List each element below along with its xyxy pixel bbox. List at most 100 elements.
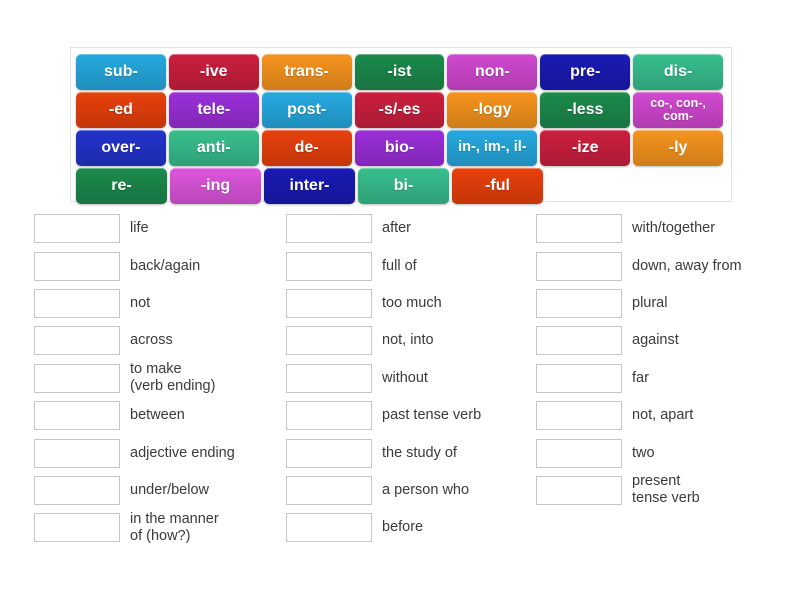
answer-row: against: [536, 322, 750, 359]
answer-row: back/again: [34, 247, 250, 284]
answer-row: life: [34, 210, 250, 247]
word-part-tile[interactable]: re-: [76, 168, 167, 204]
word-part-tile[interactable]: -ing: [170, 168, 261, 204]
answer-definition-label: full of: [382, 257, 417, 274]
answer-drop-box[interactable]: [536, 214, 622, 244]
word-part-tile[interactable]: in-, im-, il-: [447, 130, 538, 166]
answer-definition-label: with/together: [632, 220, 716, 237]
answer-drop-box[interactable]: [34, 401, 120, 431]
answer-definition-label: under/below: [130, 481, 209, 498]
word-part-tile[interactable]: -ist: [354, 54, 445, 90]
word-part-tile[interactable]: -logy: [447, 92, 538, 128]
answer-column-2: after full of too much not, into without past…: [250, 210, 500, 550]
answer-drop-box[interactable]: [34, 513, 120, 543]
answer-drop-box[interactable]: [34, 214, 120, 244]
answer-row: past tense verb: [286, 397, 500, 434]
answer-drop-box[interactable]: [286, 326, 372, 356]
answer-drop-box[interactable]: [34, 475, 120, 505]
word-part-tile[interactable]: -ly: [633, 130, 724, 166]
answer-drop-box[interactable]: [536, 288, 622, 318]
answer-row: not: [34, 285, 250, 322]
tile-row: over-anti-de-bio-in-, im-, il- -ize -ly: [76, 130, 726, 167]
answer-drop-box[interactable]: [34, 326, 120, 356]
answer-definition-label: not, apart: [632, 407, 694, 424]
answer-definition-label: between: [130, 407, 185, 424]
answer-row: before: [286, 509, 500, 546]
word-part-tile[interactable]: tele-: [168, 92, 259, 128]
word-part-tile[interactable]: de-: [261, 130, 352, 166]
word-part-tile[interactable]: -ed: [76, 92, 166, 128]
answer-definition-label: in the manner of (how?): [130, 510, 219, 544]
answer-definition-label: back/again: [130, 257, 201, 274]
word-part-tile[interactable]: -ize: [540, 130, 631, 166]
answer-drop-box[interactable]: [536, 251, 622, 281]
answer-drop-box[interactable]: [34, 251, 120, 281]
answer-row: down, away from: [536, 247, 750, 284]
answer-definition-label: far: [632, 369, 649, 386]
answer-drop-box[interactable]: [286, 475, 372, 505]
answer-definition-label: the study of: [382, 444, 457, 461]
answer-row: too much: [286, 285, 500, 322]
answer-drop-box[interactable]: [536, 326, 622, 356]
answer-drop-box[interactable]: [536, 438, 622, 468]
answer-columns: life back/again not across to make (verb end…: [0, 210, 800, 550]
word-part-tile[interactable]: trans-: [261, 54, 352, 90]
answer-drop-box[interactable]: [34, 288, 120, 318]
answer-drop-box[interactable]: [536, 363, 622, 393]
answer-definition-label: down, away from: [632, 257, 742, 274]
word-part-tile-bank: sub- -ive trans- -ist non-pre-dis- -ed tele-po…: [70, 47, 732, 204]
answer-drop-box[interactable]: [34, 363, 120, 393]
answer-column-1: life back/again not across to make (verb end…: [0, 210, 250, 550]
answer-definition-label: against: [632, 332, 679, 349]
answer-drop-box[interactable]: [286, 363, 372, 393]
tile-row: -ed tele-post- -s/-es -logy -less co-, con-, …: [76, 92, 726, 129]
word-part-tile[interactable]: -ive: [168, 54, 259, 90]
answer-definition-label: past tense verb: [382, 407, 482, 424]
word-part-tile[interactable]: pre-: [540, 54, 631, 90]
answer-definition-label: life: [130, 220, 149, 237]
word-part-tile[interactable]: over-: [76, 130, 166, 166]
word-part-tile[interactable]: non-: [447, 54, 538, 90]
word-part-tile[interactable]: -less: [540, 92, 631, 128]
word-part-tile[interactable]: sub-: [76, 54, 166, 90]
answer-row: present tense verb: [536, 472, 750, 509]
answer-definition-label: a person who: [382, 481, 470, 498]
answer-definition-label: before: [382, 519, 424, 536]
word-part-tile[interactable]: inter-: [264, 168, 355, 204]
answer-definition-label: to make (verb ending): [130, 361, 216, 395]
answer-drop-box[interactable]: [286, 214, 372, 244]
answer-definition-label: adjective ending: [130, 444, 235, 461]
answer-row: in the manner of (how?): [34, 509, 250, 546]
word-part-tile[interactable]: dis-: [633, 54, 724, 90]
answer-drop-box[interactable]: [286, 513, 372, 543]
answer-row: without: [286, 360, 500, 397]
word-part-tile[interactable]: bi-: [358, 168, 449, 204]
answer-column-3: with/together down, away from plural agains…: [500, 210, 750, 550]
answer-definition-label: not: [130, 294, 151, 311]
answer-drop-box[interactable]: [286, 438, 372, 468]
answer-drop-box[interactable]: [286, 401, 372, 431]
answer-row: two: [536, 434, 750, 471]
answer-row: a person who: [286, 472, 500, 509]
answer-drop-box[interactable]: [286, 251, 372, 281]
word-part-tile[interactable]: anti-: [168, 130, 259, 166]
word-part-tile[interactable]: -s/-es: [354, 92, 445, 128]
answer-drop-box[interactable]: [286, 288, 372, 318]
answer-definition-label: too much: [382, 294, 442, 311]
answer-row: not, apart: [536, 397, 750, 434]
answer-row: full of: [286, 247, 500, 284]
answer-drop-box[interactable]: [34, 438, 120, 468]
answer-row: between: [34, 397, 250, 434]
answer-row: to make (verb ending): [34, 360, 250, 397]
word-part-tile[interactable]: co-, con-, com-: [633, 92, 724, 128]
word-part-tile[interactable]: bio-: [354, 130, 445, 166]
answer-definition-label: after: [382, 220, 412, 237]
answer-definition-label: without: [382, 369, 428, 386]
answer-row: the study of: [286, 434, 500, 471]
word-part-tile[interactable]: post-: [261, 92, 352, 128]
answer-row: plural: [536, 285, 750, 322]
answer-drop-box[interactable]: [536, 475, 622, 505]
answer-definition-label: not, into: [382, 332, 434, 349]
answer-drop-box[interactable]: [536, 401, 622, 431]
word-part-tile[interactable]: -ful: [452, 168, 543, 204]
